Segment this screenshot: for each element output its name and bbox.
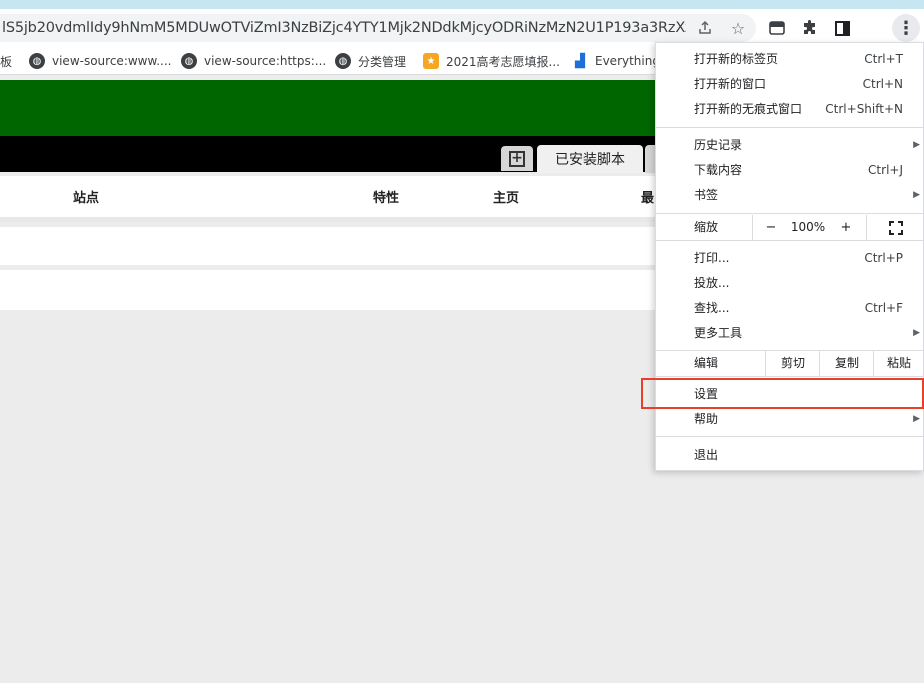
column-header-last[interactable]: 最 <box>641 176 654 222</box>
browser-main-menu: 打开新的标签页 Ctrl+T 打开新的窗口 Ctrl+N 打开新的无痕式窗口 C… <box>655 42 924 471</box>
bookmark-label: view-source:https:... <box>204 54 327 68</box>
bookmark-label: 板 <box>0 54 13 69</box>
shortcut: Ctrl+J <box>868 163 903 177</box>
more-menu-kebab-icon[interactable]: ⋮ <box>892 14 920 42</box>
bookmark-star-icon[interactable]: ☆ <box>723 14 753 42</box>
copy-button[interactable]: 复制 <box>820 351 874 376</box>
menu-separator <box>656 240 923 241</box>
scripts-table-header: 站点 特性 主页 最 <box>0 176 660 222</box>
bookmark-label: 分类管理 <box>358 54 407 69</box>
fullscreen-icon[interactable] <box>889 221 903 235</box>
shortcut: Ctrl+T <box>864 52 903 66</box>
shortcut: Ctrl+N <box>862 77 903 91</box>
tab-installed-scripts[interactable]: 已安装脚本 <box>537 145 643 173</box>
menu-separator <box>656 127 923 128</box>
cut-button[interactable]: 剪切 <box>766 351 820 376</box>
column-header-features[interactable]: 特性 <box>373 176 399 222</box>
plus-box-icon: + <box>509 150 525 167</box>
bookmark-label: Everything <box>595 54 660 68</box>
zoom-level-value: 100% <box>790 220 826 234</box>
address-bar[interactable]: lS5jb20vdmlIdy9hNmM5MDUwOTViZmI3NzBiZjc4… <box>0 14 756 42</box>
bookmark-item[interactable]: ◍ view-source:https:... <box>181 47 327 74</box>
zoom-out-button[interactable]: − <box>760 215 782 240</box>
menu-item-more-tools[interactable]: 更多工具 ▶ <box>656 321 923 346</box>
column-header-site[interactable]: 站点 <box>73 176 99 222</box>
bookmark-item[interactable]: ◍ view-source:www.... <box>29 47 172 74</box>
page-header-band <box>0 80 660 136</box>
menu-zoom-row: 缩放 − 100% + <box>656 215 923 240</box>
shortcut: Ctrl+F <box>864 301 903 315</box>
menu-separator <box>656 213 923 214</box>
menu-item-new-window[interactable]: 打开新的窗口 Ctrl+N <box>656 72 923 97</box>
add-script-tab[interactable]: + <box>501 146 533 171</box>
bookmark-label: view-source:www.... <box>52 54 172 68</box>
menu-item-help[interactable]: 帮助 ▶ <box>656 407 923 432</box>
menu-item-history[interactable]: 历史记录 ▶ <box>656 133 923 158</box>
menu-separator <box>656 376 923 377</box>
menu-item-downloads[interactable]: 下载内容 Ctrl+J <box>656 158 923 183</box>
menu-item-bookmarks[interactable]: 书签 ▶ <box>656 183 923 208</box>
shortcut: Ctrl+P <box>864 251 903 265</box>
bookmark-label: 2021高考志愿填报... <box>446 54 560 69</box>
window-top-stripe <box>0 0 924 9</box>
menu-item-new-incognito-window[interactable]: 打开新的无痕式窗口 Ctrl+Shift+N <box>656 97 923 122</box>
menu-item-new-tab[interactable]: 打开新的标签页 Ctrl+T <box>656 47 923 72</box>
submenu-arrow-icon: ▶ <box>913 328 920 338</box>
menu-separator <box>656 436 923 437</box>
submenu-arrow-icon: ▶ <box>913 414 920 424</box>
menu-item-settings[interactable]: 设置 <box>656 382 923 407</box>
globe-icon: ◍ <box>29 53 45 69</box>
tab-search-icon[interactable] <box>764 16 790 40</box>
bookmark-item[interactable]: 板 <box>0 47 13 74</box>
paste-button[interactable]: 粘贴 <box>874 351 924 376</box>
menu-edit-row: 编辑 剪切 复制 粘贴 <box>656 351 923 376</box>
shortcut: Ctrl+Shift+N <box>825 102 903 116</box>
menu-item-print[interactable]: 打印... Ctrl+P <box>656 246 923 271</box>
globe-icon: ◍ <box>181 53 197 69</box>
globe-icon: ◍ <box>335 53 351 69</box>
url-text[interactable]: lS5jb20vdmlIdy9hNmM5MDUwOTViZmI3NzBiZjc4… <box>2 14 686 42</box>
extensions-puzzle-icon[interactable] <box>797 16 823 40</box>
column-header-homepage[interactable]: 主页 <box>493 176 519 222</box>
menu-item-find[interactable]: 查找... Ctrl+F <box>656 296 923 321</box>
table-row[interactable] <box>0 270 660 310</box>
share-icon[interactable] <box>690 14 720 42</box>
bookmark-item[interactable]: ◍ 分类管理 <box>335 47 407 74</box>
table-row[interactable] <box>0 227 660 265</box>
zoom-label: 缩放 <box>694 220 719 234</box>
edit-label: 编辑 <box>694 356 719 370</box>
side-panel-icon[interactable] <box>829 16 855 40</box>
bookmark-item[interactable]: ★ 2021高考志愿填报... <box>423 47 560 74</box>
menu-item-exit[interactable]: 退出 <box>656 443 923 468</box>
zoom-in-button[interactable]: + <box>835 215 857 240</box>
submenu-arrow-icon: ▶ <box>913 140 920 150</box>
submenu-arrow-icon: ▶ <box>913 190 920 200</box>
app-icon: ★ <box>423 53 439 69</box>
menu-item-cast[interactable]: 投放... <box>656 271 923 296</box>
bars-icon: ▟ <box>575 53 585 69</box>
bookmark-item[interactable]: ▟ Everything <box>572 47 660 74</box>
